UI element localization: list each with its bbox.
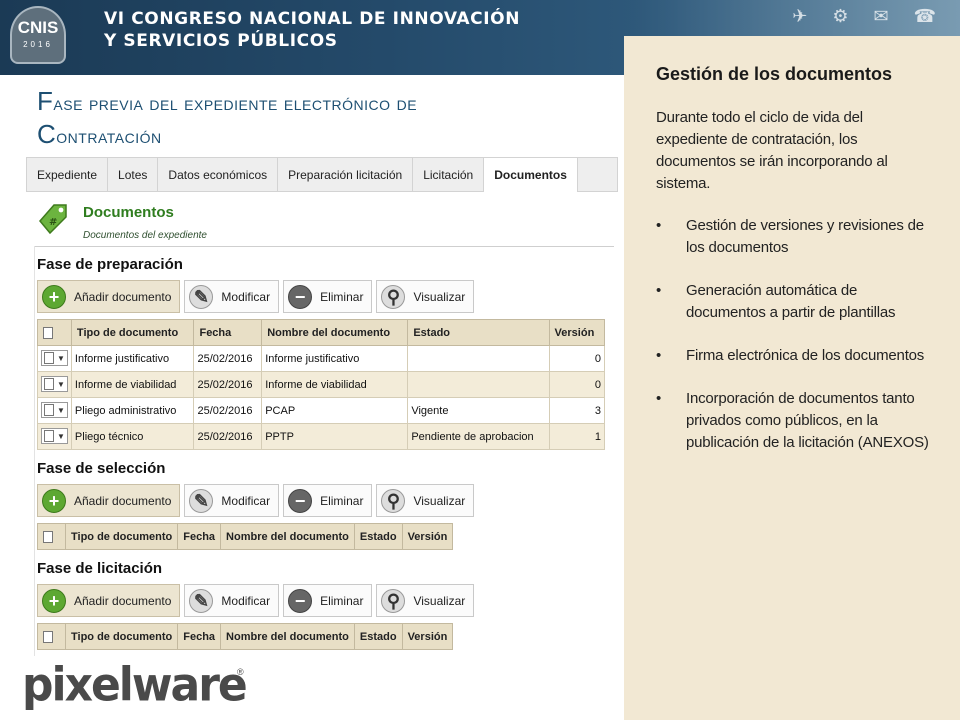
edit-button[interactable]: ✎ Modificar [184, 280, 280, 313]
add-document-button[interactable]: + Añadir documento [37, 280, 181, 313]
document-icon [43, 530, 53, 543]
phase-seleccion: Fase de selección + Añadir documento ✎ Mod… [37, 460, 617, 550]
phase-title: Fase de selección [37, 460, 166, 477]
phase-preparacion: Fase de preparación + Añadir documento ✎ M… [37, 256, 617, 450]
document-icon [44, 404, 54, 416]
info-title: Gestión de los documentos [656, 64, 893, 84]
section-subtitle: Documentos del expediente [83, 230, 207, 241]
banner-icons: ✈ ⚙ ✉ ☎ [792, 6, 946, 26]
info-list: • Gestión de versiones y revisiones de lo… [656, 215, 930, 454]
view-button[interactable]: ⚲ Visualizar [376, 584, 475, 617]
caret-down-icon: ▼ [57, 379, 65, 389]
table-row[interactable]: ▼ Pliego administrativo 25/02/2016 PCAP … [37, 397, 606, 424]
button-row: + Añadir documento ✎ Modificar − Eliminar ⚲… [37, 584, 617, 617]
tab-expediente[interactable]: Expediente [27, 158, 109, 191]
document-icon [44, 430, 54, 442]
table-header: Tipo de documento Fecha Nombre del docum… [37, 623, 454, 650]
row-menu[interactable]: ▼ [41, 350, 68, 366]
caret-down-icon: ▼ [57, 431, 65, 441]
edit-button[interactable]: ✎ Modificar [184, 484, 280, 517]
document-icon [43, 630, 53, 643]
svg-text:#: # [49, 217, 57, 228]
document-icon [44, 378, 54, 390]
table-row[interactable]: ▼ Informe justificativo 25/02/2016 Infor… [37, 345, 606, 372]
delete-button[interactable]: − Eliminar [283, 584, 373, 617]
add-document-button[interactable]: + Añadir documento [37, 584, 181, 617]
magnifier-icon: ⚲ [381, 588, 406, 613]
slide-title: Fase previa del expediente electrónico d… [37, 86, 418, 149]
plus-icon: + [42, 488, 66, 513]
divider [34, 246, 35, 656]
table-header: Tipo de documento Fecha Nombre del docum… [37, 319, 606, 346]
banner-title: VI CONGRESO NACIONAL DE INNOVACIÓN Y SER… [104, 9, 521, 51]
pencil-icon: ✎ [189, 588, 214, 613]
table-header: Tipo de documento Fecha Nombre del docum… [37, 523, 454, 550]
pixelware-logo: pixelware [22, 658, 248, 713]
info-panel: Gestión de los documentos Durante todo e… [624, 36, 960, 720]
pencil-icon: ✎ [189, 488, 214, 513]
button-row: + Añadir documento ✎ Modificar − Eliminar ⚲… [37, 484, 617, 517]
view-button[interactable]: ⚲ Visualizar [376, 484, 475, 517]
row-menu[interactable]: ▼ [41, 428, 68, 444]
registered-mark: ® [237, 667, 244, 677]
delete-button[interactable]: − Eliminar [283, 280, 373, 313]
documents-table: Tipo de documento Fecha Nombre del docum… [37, 523, 454, 550]
plus-icon: + [42, 588, 66, 613]
phase-title: Fase de preparación [37, 256, 183, 273]
tab-bar: Expediente Lotes Datos económicos Prepar… [26, 157, 618, 192]
list-item: • Firma electrónica de los documentos [656, 347, 925, 364]
list-item: • Incorporación de documentos tanto priva… [656, 390, 929, 451]
minus-icon: − [288, 284, 313, 309]
magnifier-icon: ⚲ [381, 488, 406, 513]
caret-down-icon: ▼ [57, 405, 65, 415]
delete-button[interactable]: − Eliminar [283, 484, 373, 517]
minus-icon: − [288, 588, 313, 613]
tab-preparacion-licitacion[interactable]: Preparación licitación [278, 158, 414, 191]
minus-icon: − [288, 488, 313, 513]
phase-licitacion: Fase de licitación + Añadir documento ✎ Mo… [37, 560, 617, 650]
tab-lotes[interactable]: Lotes [108, 158, 159, 191]
list-item: • Gestión de versiones y revisiones de lo… [656, 217, 924, 256]
tab-documentos[interactable]: Documentos [484, 158, 578, 192]
tab-licitacion[interactable]: Licitación [413, 158, 485, 191]
pencil-icon: ✎ [189, 284, 214, 309]
view-button[interactable]: ⚲ Visualizar [376, 280, 475, 313]
tag-icon: # [39, 204, 67, 235]
info-intro: Durante todo el ciclo de vida del expedi… [656, 109, 888, 192]
magnifier-icon: ⚲ [381, 284, 406, 309]
phase-title: Fase de licitación [37, 560, 163, 577]
plus-icon: + [42, 284, 66, 309]
tab-datos-economicos[interactable]: Datos económicos [158, 158, 279, 191]
add-document-button[interactable]: + Añadir documento [37, 484, 181, 517]
documents-table: Tipo de documento Fecha Nombre del docum… [37, 319, 606, 450]
document-icon [43, 326, 53, 339]
divider [34, 246, 614, 247]
table-row[interactable]: ▼ Pliego técnico 25/02/2016 PPTP Pendien… [37, 423, 606, 450]
cnis-logo: CNIS 2016 [10, 6, 66, 64]
button-row: + Añadir documento ✎ Modificar − Eliminar ⚲… [37, 280, 617, 313]
table-row[interactable]: ▼ Informe de viabilidad 25/02/2016 Infor… [37, 371, 606, 398]
edit-button[interactable]: ✎ Modificar [184, 584, 280, 617]
row-menu[interactable]: ▼ [41, 376, 68, 392]
list-item: • Generación automática de documentos a p… [656, 282, 896, 321]
caret-down-icon: ▼ [57, 353, 65, 363]
section-title: Documentos [83, 204, 174, 221]
documents-table: Tipo de documento Fecha Nombre del docum… [37, 623, 454, 650]
row-menu[interactable]: ▼ [41, 402, 68, 418]
document-icon [44, 352, 54, 364]
